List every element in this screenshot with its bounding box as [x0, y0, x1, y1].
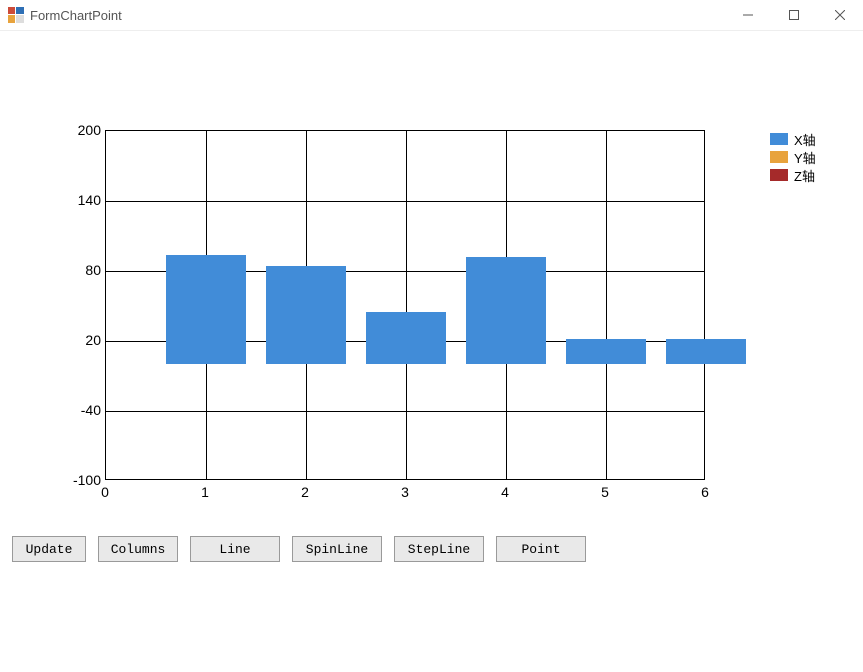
legend-swatch: [770, 169, 788, 181]
legend-label: Y轴: [794, 148, 816, 167]
titlebar: FormChartPoint: [0, 0, 863, 31]
chart-bar: [166, 255, 246, 365]
update-button[interactable]: Update: [12, 536, 86, 562]
chart-legend: X轴Y轴Z轴: [770, 130, 840, 184]
legend-label: Z轴: [794, 166, 815, 185]
columns-button[interactable]: Columns: [98, 536, 178, 562]
chart-ytick: 200: [65, 122, 101, 138]
chart-xtick: 2: [301, 484, 309, 500]
legend-label: X轴: [794, 130, 816, 149]
chart-gridline-v: [606, 131, 607, 479]
chart-gridline-h: [106, 411, 704, 412]
chart-bar: [266, 266, 346, 364]
chart-xtick: 0: [101, 484, 109, 500]
chart-ytick: -40: [65, 402, 101, 418]
line-button[interactable]: Line: [190, 536, 280, 562]
chart-ytick: 20: [65, 332, 101, 348]
button-row: Update Columns Line SpinLine StepLine Po…: [12, 536, 586, 562]
stepline-button[interactable]: StepLine: [394, 536, 484, 562]
legend-item: Y轴: [770, 148, 840, 166]
app-icon: [8, 7, 24, 23]
chart-plot-area: [105, 130, 705, 480]
chart-xtick: 5: [601, 484, 609, 500]
chart-ytick: 140: [65, 192, 101, 208]
chart: -100 -40 20 80 140 200 0 1 2 3 4 5 6 X轴Y轴Z轴: [20, 80, 840, 510]
close-button[interactable]: [817, 0, 863, 30]
chart-gridline-v: [406, 131, 407, 479]
chart-ytick: 80: [65, 262, 101, 278]
chart-ytick: -100: [65, 472, 101, 488]
chart-xtick: 1: [201, 484, 209, 500]
chart-bar: [366, 312, 446, 365]
chart-gridline-h: [106, 201, 704, 202]
spinline-button[interactable]: SpinLine: [292, 536, 382, 562]
point-button[interactable]: Point: [496, 536, 586, 562]
legend-item: X轴: [770, 130, 840, 148]
legend-swatch: [770, 133, 788, 145]
window-title: FormChartPoint: [30, 8, 122, 23]
chart-bar: [566, 339, 646, 365]
chart-xtick: 3: [401, 484, 409, 500]
legend-item: Z轴: [770, 166, 840, 184]
chart-bar: [466, 257, 546, 364]
maximize-button[interactable]: [771, 0, 817, 30]
minimize-button[interactable]: [725, 0, 771, 30]
chart-xtick: 6: [701, 484, 709, 500]
chart-bar: [666, 339, 746, 365]
legend-swatch: [770, 151, 788, 163]
chart-xtick: 4: [501, 484, 509, 500]
